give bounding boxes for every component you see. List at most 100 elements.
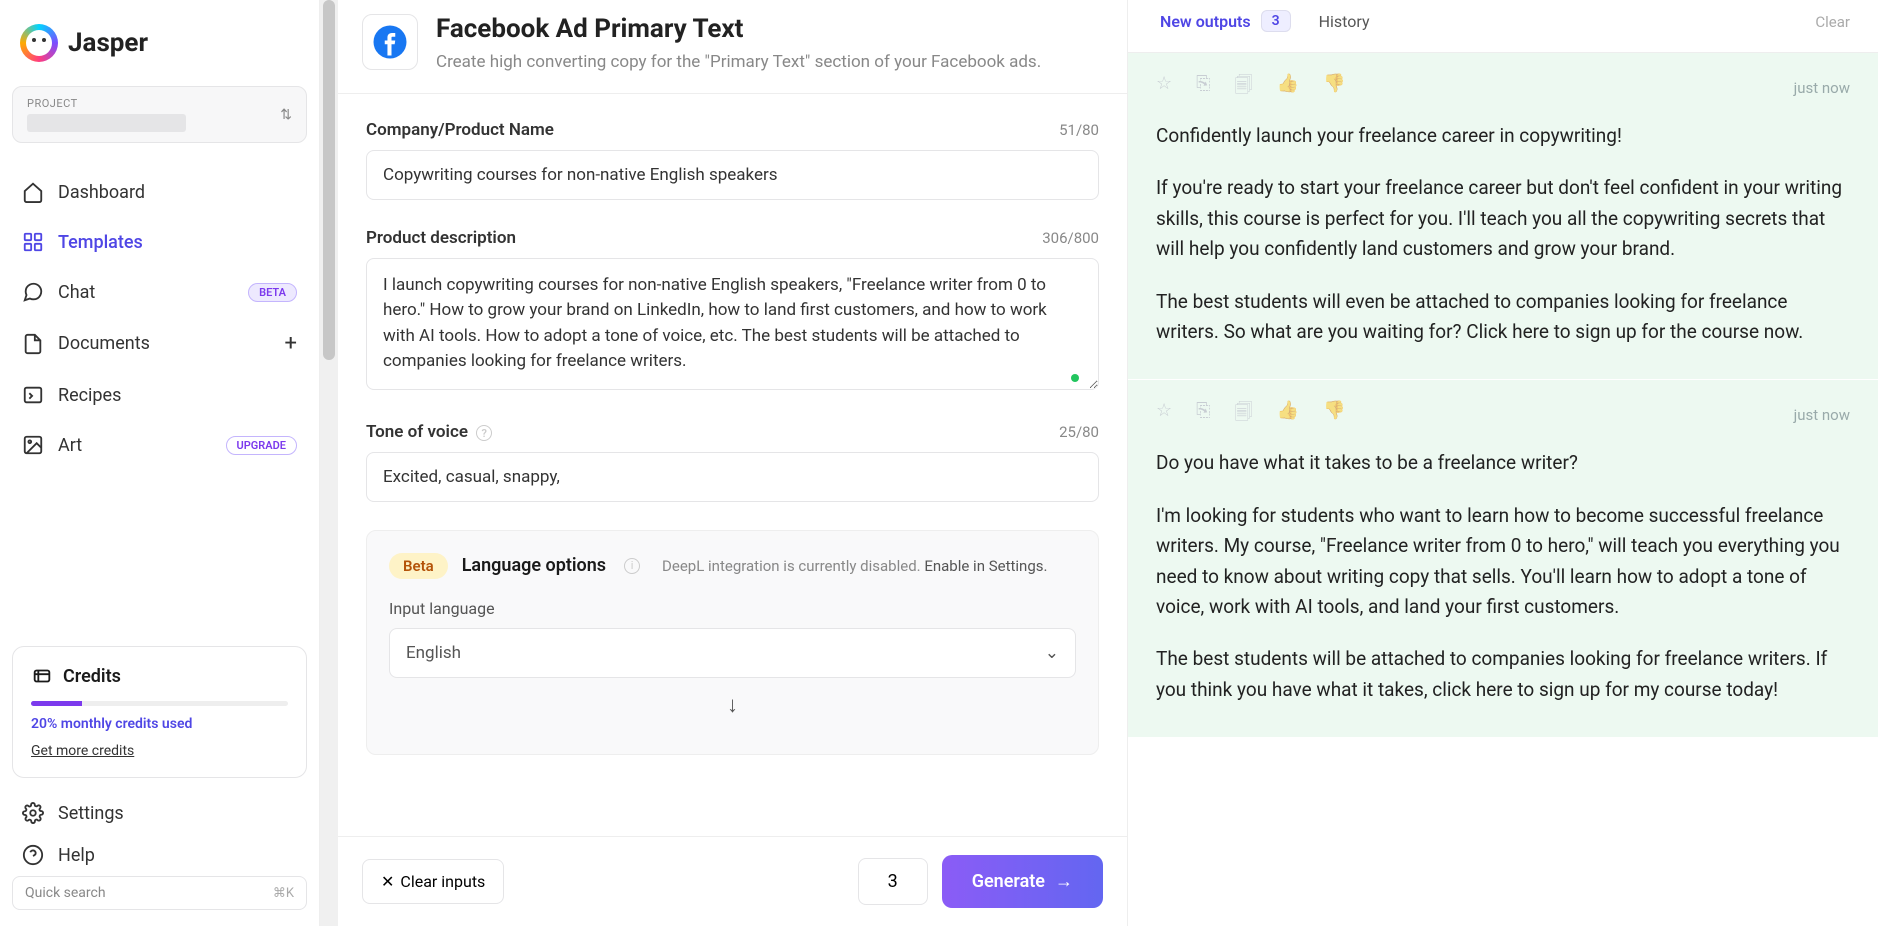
template-header: Facebook Ad Primary Text Create high con… xyxy=(338,0,1127,94)
logo[interactable]: Jasper xyxy=(12,16,307,70)
sidebar-scrollbar[interactable] xyxy=(320,0,338,926)
field-description: Product description 306/800 I launch cop… xyxy=(366,228,1099,394)
company-input[interactable] xyxy=(366,150,1099,200)
nav-label: Settings xyxy=(58,803,124,824)
image-icon xyxy=(22,434,44,456)
select-value: English xyxy=(406,643,461,663)
template-panel: Facebook Ad Primary Text Create high con… xyxy=(338,0,1128,926)
sidebar: Jasper PROJECT ⇅ Dashboard Templates Cha… xyxy=(0,0,320,926)
description-input[interactable]: I launch copywriting courses for non-nat… xyxy=(366,258,1099,390)
thumbs-down-icon[interactable]: 👎 xyxy=(1323,73,1345,103)
nav-art[interactable]: Art UPGRADE xyxy=(12,420,307,470)
output-text: Do you have what it takes to be a freela… xyxy=(1156,448,1850,705)
output-tabs: New outputs 3 History Clear xyxy=(1128,0,1878,53)
nav-label: Art xyxy=(58,435,82,456)
search-kbd: ⌘K xyxy=(273,886,294,901)
info-icon[interactable]: i xyxy=(624,558,640,574)
template-title: Facebook Ad Primary Text xyxy=(436,14,1041,44)
template-subtitle: Create high converting copy for the "Pri… xyxy=(436,50,1041,75)
chevron-down-icon: ⌄ xyxy=(1045,643,1059,663)
chevron-updown-icon: ⇅ xyxy=(280,107,292,123)
nav-label: Dashboard xyxy=(58,182,145,203)
nav-label: Help xyxy=(58,845,95,866)
beta-pill: Beta xyxy=(389,553,448,579)
clear-outputs-button[interactable]: Clear xyxy=(1805,3,1860,41)
star-icon[interactable]: ☆ xyxy=(1156,400,1172,430)
document-icon xyxy=(22,333,44,355)
output-count-badge: 3 xyxy=(1261,10,1291,32)
nav-chat[interactable]: Chat BETA xyxy=(12,267,307,317)
tone-count: 25/80 xyxy=(1059,423,1099,441)
quick-search[interactable]: Quick search ⌘K xyxy=(12,876,307,910)
beta-badge: BETA xyxy=(248,283,297,302)
tab-new-outputs[interactable]: New outputs 3 xyxy=(1146,0,1305,44)
nav-help[interactable]: Help xyxy=(12,834,307,876)
info-icon[interactable]: ? xyxy=(476,425,492,441)
nav-label: Documents xyxy=(58,333,150,354)
nav-label: Recipes xyxy=(58,385,121,406)
main-nav: Dashboard Templates Chat BETA Documents … xyxy=(12,167,307,470)
thumbs-down-icon[interactable]: 👎 xyxy=(1323,400,1345,430)
bottom-nav: Settings Help xyxy=(12,792,307,876)
nav-templates[interactable]: Templates xyxy=(12,217,307,267)
nav-label: Chat xyxy=(58,282,95,303)
nav-recipes[interactable]: Recipes xyxy=(12,370,307,420)
plus-icon[interactable]: + xyxy=(285,331,297,356)
help-icon xyxy=(22,844,44,866)
logo-icon xyxy=(20,24,58,62)
gear-icon xyxy=(22,802,44,824)
thumbs-up-icon[interactable]: 👍 xyxy=(1277,400,1299,430)
nav-documents[interactable]: Documents + xyxy=(12,317,307,370)
tab-history[interactable]: History xyxy=(1305,2,1384,43)
credits-box: Credits 20% monthly credits used Get mor… xyxy=(12,646,307,778)
home-icon xyxy=(22,181,44,203)
enable-settings-link[interactable]: Enable in Settings. xyxy=(924,557,1047,575)
language-title: Language options xyxy=(462,555,606,576)
output-actions: ☆ ⎘ 🗐 👍 👎 xyxy=(1156,73,1345,103)
output-actions: ☆ ⎘ 🗐 👍 👎 xyxy=(1156,400,1345,430)
form-footer: ✕ Clear inputs Generate → xyxy=(338,836,1127,926)
project-selector[interactable]: PROJECT ⇅ xyxy=(12,86,307,143)
credits-title: Credits xyxy=(31,665,288,687)
project-label: PROJECT xyxy=(27,97,292,110)
description-label: Product description xyxy=(366,228,516,248)
field-tone: Tone of voice ? 25/80 xyxy=(366,422,1099,502)
grid-icon xyxy=(22,231,44,253)
search-placeholder: Quick search xyxy=(25,885,106,901)
arrow-right-icon: → xyxy=(1055,871,1073,892)
delete-icon[interactable]: 🗐 xyxy=(1235,400,1253,430)
language-note: DeepL integration is currently disabled.… xyxy=(662,557,1076,575)
output-text: Confidently launch your freelance career… xyxy=(1156,121,1850,347)
terminal-icon xyxy=(22,384,44,406)
credits-icon xyxy=(31,665,53,687)
output-time: just now xyxy=(1794,79,1850,97)
star-icon[interactable]: ☆ xyxy=(1156,73,1172,103)
company-count: 51/80 xyxy=(1059,121,1099,139)
output-time: just now xyxy=(1794,406,1850,424)
delete-icon[interactable]: 🗐 xyxy=(1235,73,1253,103)
output-panel: New outputs 3 History Clear ☆ ⎘ 🗐 👍 👎 just no… xyxy=(1128,0,1878,926)
output-count-input[interactable] xyxy=(858,858,928,905)
clear-inputs-button[interactable]: ✕ Clear inputs xyxy=(362,859,504,904)
nav-settings[interactable]: Settings xyxy=(12,792,307,834)
nav-label: Templates xyxy=(58,232,143,253)
input-language-select[interactable]: English ⌄ xyxy=(389,628,1076,678)
output-card[interactable]: ☆ ⎘ 🗐 👍 👎 just now Confidently launch your fre… xyxy=(1128,53,1878,380)
generate-button[interactable]: Generate → xyxy=(942,855,1103,908)
project-name-redacted xyxy=(27,114,186,132)
brand-name: Jasper xyxy=(68,28,148,58)
credits-progress xyxy=(31,701,288,706)
field-company: Company/Product Name 51/80 xyxy=(366,120,1099,200)
copy-icon[interactable]: ⎘ xyxy=(1196,400,1210,430)
chat-icon xyxy=(22,281,44,303)
output-card[interactable]: ☆ ⎘ 🗐 👍 👎 just now Do you have what it takes t… xyxy=(1128,380,1878,738)
input-language-label: Input language xyxy=(389,599,1076,618)
thumbs-up-icon[interactable]: 👍 xyxy=(1277,73,1299,103)
arrow-down-icon: ↓ xyxy=(389,692,1076,718)
tone-label: Tone of voice ? xyxy=(366,422,492,442)
get-credits-link[interactable]: Get more credits xyxy=(31,743,134,759)
credits-usage-text: 20% monthly credits used xyxy=(31,716,288,732)
nav-dashboard[interactable]: Dashboard xyxy=(12,167,307,217)
tone-input[interactable] xyxy=(366,452,1099,502)
copy-icon[interactable]: ⎘ xyxy=(1196,73,1210,103)
